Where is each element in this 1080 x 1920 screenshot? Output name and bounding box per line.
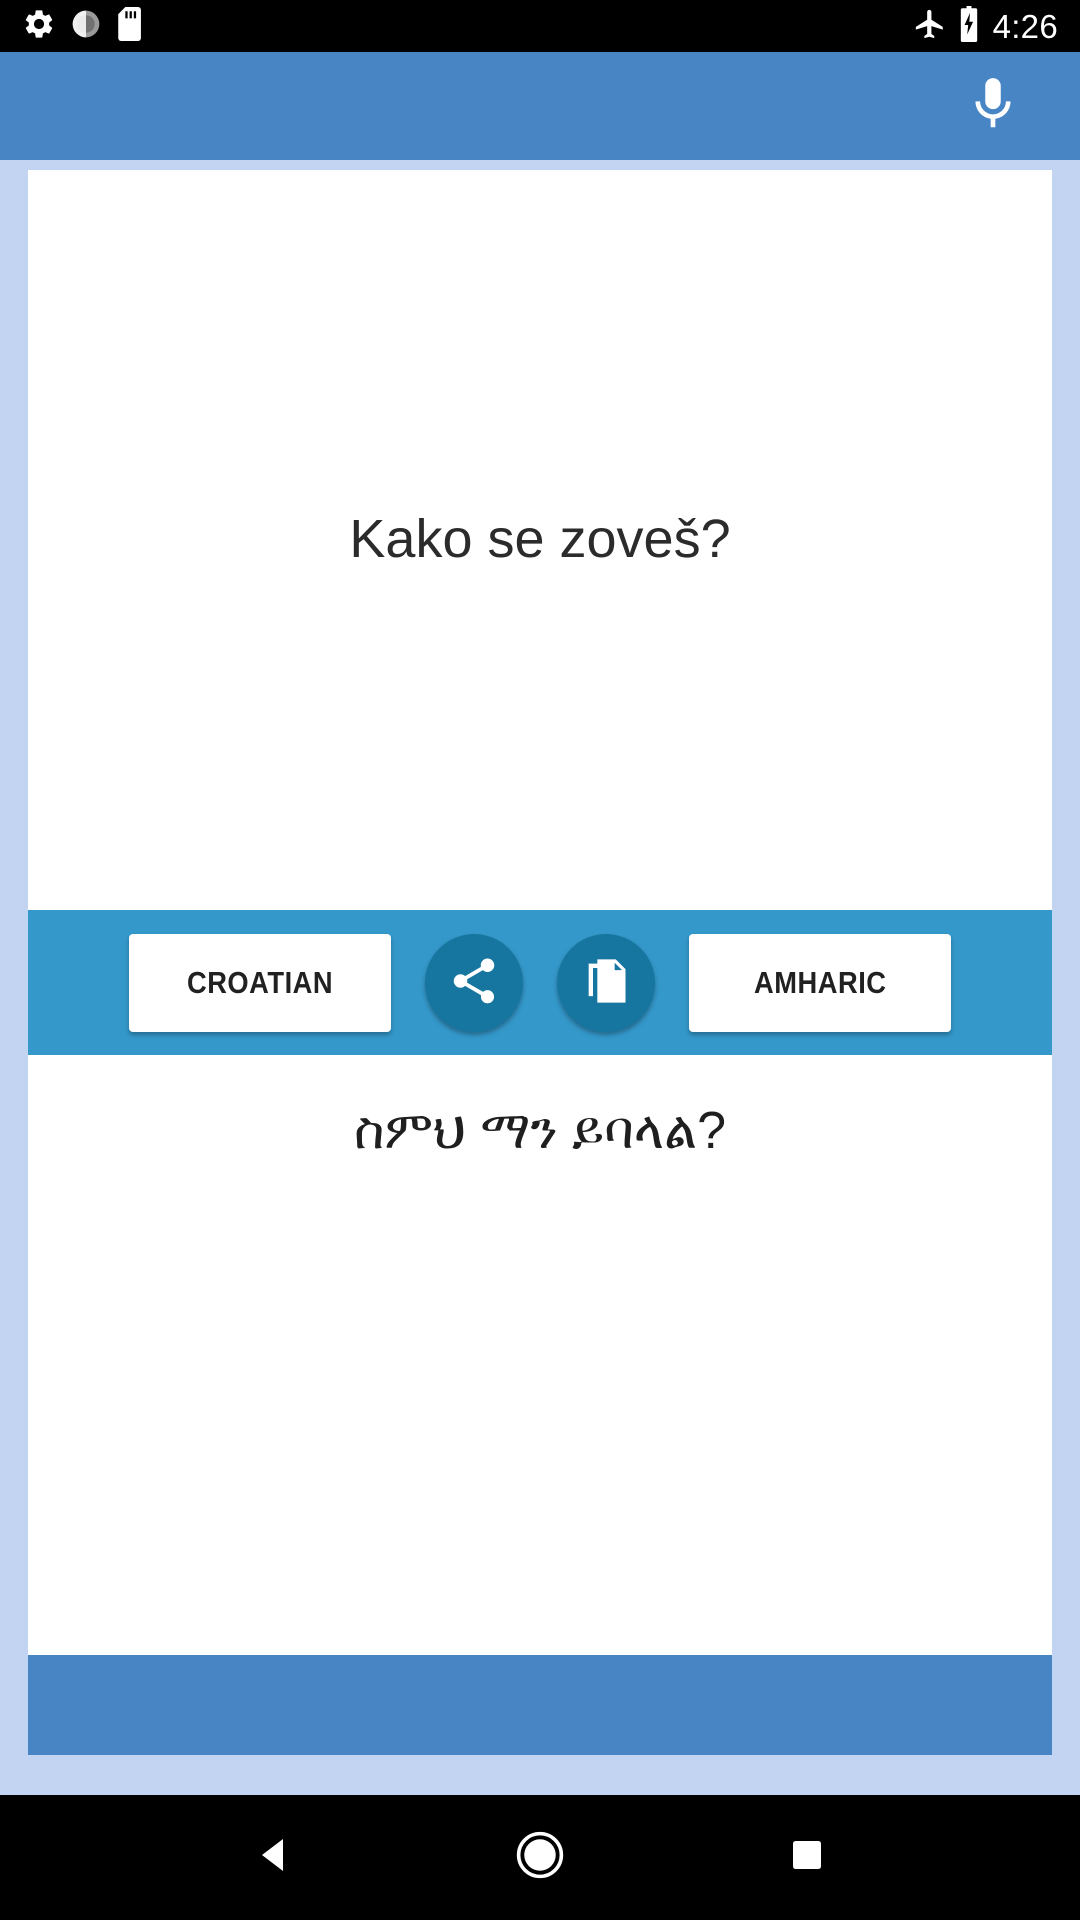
sd-card-icon (116, 6, 146, 46)
language-toolbar: CROATIAN AMHARIC (28, 910, 1052, 1055)
target-language-button[interactable]: AMHARIC (689, 933, 951, 1032)
settings-gear-icon (22, 7, 56, 46)
system-navigation-bar (0, 1795, 1080, 1920)
share-icon (447, 954, 501, 1011)
source-text-pane[interactable]: Kako se zoveš? (28, 170, 1052, 910)
copy-icon (580, 955, 632, 1010)
app-bar (0, 52, 1080, 160)
source-text: Kako se zoveš? (349, 509, 731, 570)
status-bar-clock: 4:26 (992, 7, 1058, 45)
translation-card: Kako se zoveš? CROATIAN AMHARIC ስምህ ማን ይ… (28, 170, 1052, 1755)
microphone-button[interactable] (954, 67, 1032, 145)
status-bar-right-icons: 4:26 (913, 5, 1058, 47)
source-language-label: CROATIAN (186, 964, 334, 1000)
page-body: Kako se zoveš? CROATIAN AMHARIC ስምህ ማን ይ… (0, 160, 1080, 1795)
target-text: ስምህ ማን ይባላል? (353, 1102, 727, 1160)
source-language-button[interactable]: CROATIAN (129, 933, 391, 1032)
bottom-blue-panel (28, 1655, 1052, 1755)
microphone-icon (962, 73, 1024, 140)
recents-square-icon (786, 1834, 828, 1881)
target-text-pane[interactable]: ስምህ ማን ይባላል? (28, 1055, 1052, 1655)
share-button[interactable] (425, 933, 523, 1032)
airplane-mode-icon (913, 7, 947, 46)
nav-back-button[interactable] (218, 1803, 328, 1913)
nav-home-button[interactable] (485, 1803, 595, 1913)
home-circle-icon (513, 1828, 567, 1887)
copy-button[interactable] (557, 933, 655, 1032)
target-language-label: AMHARIC (753, 964, 887, 1000)
status-bar: 4:26 (0, 0, 1080, 52)
status-bar-left-icons (22, 6, 146, 46)
battery-charging-icon (958, 5, 980, 47)
back-triangle-icon (249, 1831, 297, 1884)
compass-icon (70, 8, 102, 45)
nav-recents-button[interactable] (752, 1803, 862, 1913)
